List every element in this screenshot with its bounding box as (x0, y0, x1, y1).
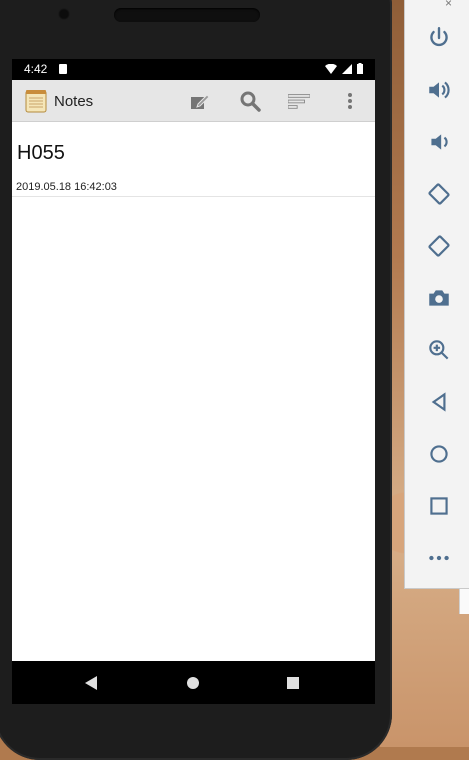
back-icon (85, 676, 97, 690)
home-circle-icon (430, 445, 448, 463)
navigation-bar (12, 661, 375, 704)
zoom-icon (429, 340, 449, 360)
more-options-button[interactable] (425, 544, 453, 572)
volume-down-button[interactable] (425, 128, 453, 156)
overview-square-icon (430, 497, 448, 515)
front-camera (58, 8, 70, 20)
note-list-item[interactable]: H055 2019.05.18 16:42:03 (12, 122, 375, 197)
more-dots-icon (429, 555, 449, 561)
sort-button[interactable] (288, 90, 310, 112)
nav-recents-button[interactable] (285, 675, 301, 691)
overflow-menu-button[interactable] (339, 90, 361, 112)
screenshot-button[interactable] (425, 284, 453, 312)
notes-list: H055 2019.05.18 16:42:03 (12, 122, 375, 197)
earpiece-speaker (114, 8, 260, 22)
emulator-back-button[interactable] (425, 388, 453, 416)
wifi-icon (325, 63, 337, 74)
camera-icon (429, 290, 449, 306)
emulator-overview-button[interactable] (425, 492, 453, 520)
app-title: Notes (54, 93, 94, 110)
new-note-button[interactable] (189, 90, 211, 112)
app-bar: Notes (12, 80, 375, 122)
note-title: H055 (17, 142, 65, 164)
back-triangle-icon (431, 392, 446, 412)
note-timestamp: 2019.05.18 16:42:03 (16, 181, 117, 193)
signal-icon (342, 63, 352, 74)
home-icon (187, 677, 199, 689)
volume-up-icon (429, 81, 450, 99)
emulator-home-button[interactable] (425, 440, 453, 468)
recents-icon (287, 677, 299, 689)
battery-icon (357, 63, 363, 74)
power-icon (430, 27, 448, 47)
emulator-close-button[interactable]: × (445, 0, 452, 10)
sd-card-icon (59, 64, 67, 74)
search-icon (240, 91, 261, 112)
compose-icon (191, 94, 210, 109)
volume-down-icon (431, 134, 448, 150)
nav-home-button[interactable] (185, 675, 201, 691)
sort-icon (288, 94, 310, 109)
rotate-right-button[interactable] (425, 232, 453, 260)
status-time: 4:42 (24, 62, 48, 76)
zoom-button[interactable] (425, 336, 453, 364)
rotate-right-icon (428, 235, 450, 257)
search-button[interactable] (239, 90, 261, 112)
rotate-left-icon (428, 183, 450, 205)
phone-screen: 4:42 Notes H055 2019.05.18 16:42:03 (12, 59, 375, 704)
nav-back-button[interactable] (84, 675, 100, 691)
overflow-menu-icon (348, 93, 352, 109)
rotate-left-button[interactable] (425, 180, 453, 208)
status-bar: 4:42 (12, 59, 375, 80)
emulator-toolbar: × (404, 0, 469, 589)
volume-up-button[interactable] (425, 76, 453, 104)
notepad-app-icon (25, 90, 47, 113)
power-button[interactable] (425, 24, 453, 52)
